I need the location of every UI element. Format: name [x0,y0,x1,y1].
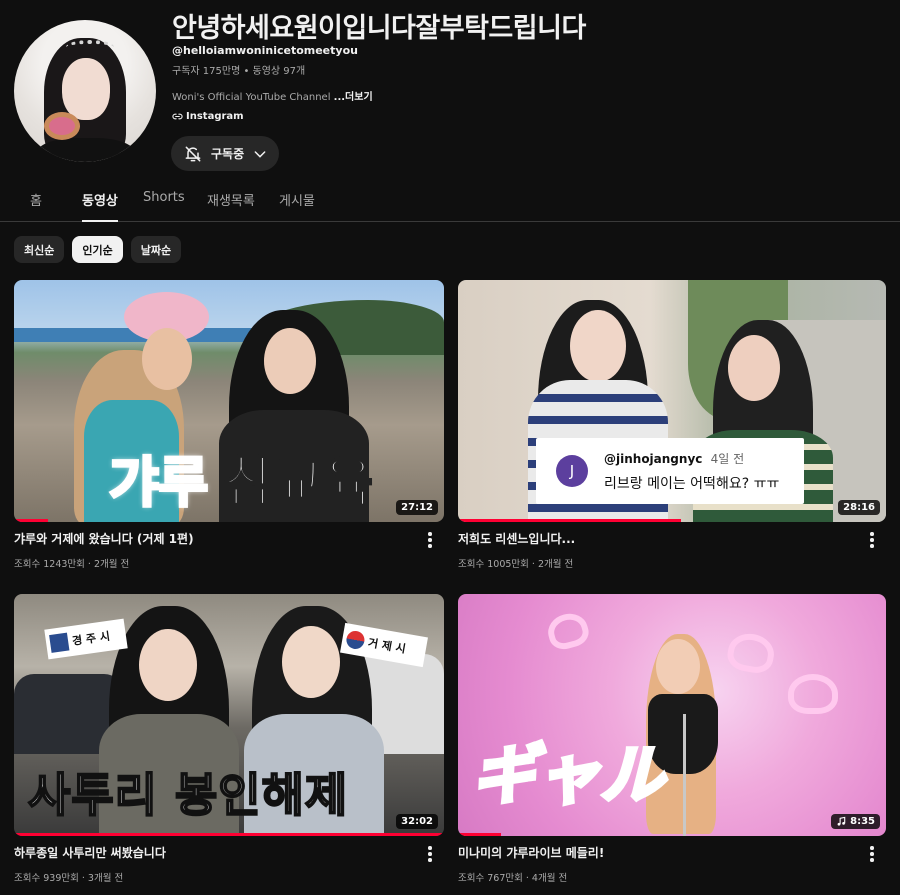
more-link[interactable]: ...더보기 [334,92,373,103]
thumbnail-overlay-text: 사투리 봉인해제 [27,767,349,823]
sort-chips: 최신순 인기순 날짜순 [14,236,182,263]
chip-popular[interactable]: 인기순 [72,236,123,263]
video-thumbnail[interactable]: J @jinhojangnyc 4일 전 리브랑 메이는 어떡해요? ㅠㅠ 28… [458,280,886,522]
video-meta: 조회수 1243만회 · 2개월 전 [14,559,130,570]
tab-shorts[interactable]: Shorts [143,190,185,222]
commenter-avatar-letter: J [569,462,575,480]
video-title[interactable]: 갸루와 거제에 왔습니다 (거제 1편) [14,530,404,547]
link-icon [172,113,183,120]
channel-meta: 구독자 175만명 • 동영상 97개 [172,66,306,77]
watch-progress [458,519,681,522]
duration-label: 28:16 [843,502,875,513]
video-thumbnail[interactable]: ギャル 8:35 [458,594,886,836]
commenter-avatar: J [556,455,588,487]
video-title[interactable]: 하루종일 사투리만 써봤습니다 [14,844,404,861]
duration-badge: 32:02 [396,814,438,829]
channel-tabs: 홈 동영상 Shorts 재생목록 게시물 [0,186,900,222]
comment-user: @jinhojangnyc [604,452,703,466]
city-sign-geoje-label: 거 제 시 [367,636,407,656]
thumbnail-overlay-text: ギャル [470,737,666,815]
music-note-icon [837,816,846,826]
duration-badge: 28:16 [838,500,880,515]
duration-badge: 27:12 [396,500,438,515]
video-meta: 조회수 939만회 · 3개월 전 [14,873,124,884]
duration-badge: 8:35 [831,814,880,829]
watch-progress [14,519,49,522]
chevron-down-icon [254,150,266,158]
chip-oldest[interactable]: 날짜순 [130,236,182,263]
city-sign-gyeongju: 경 주 시 [44,618,128,660]
video-thumbnail[interactable]: 경 주 시 거 제 시 사투리 봉인해제 32:02 [14,594,444,836]
video-thumbnail[interactable]: 갸루 참교육 27:12 [14,280,444,522]
comment-overlay: J @jinhojangnyc 4일 전 리브랑 메이는 어떡해요? ㅠㅠ [536,438,804,504]
tab-home[interactable]: 홈 [30,190,42,222]
channel-header: 안녕하세요원이입니다잘부탁드립니다 @helloiamwoninicetomee… [0,0,900,180]
tab-posts[interactable]: 게시물 [279,190,315,222]
comment-time: 4일 전 [710,452,745,466]
channel-title: 안녕하세요원이입니다잘부탁드립니다 [172,13,586,44]
video-card[interactable]: J @jinhojangnyc 4일 전 리브랑 메이는 어떡해요? ㅠㅠ 28… [458,280,886,570]
chip-latest[interactable]: 최신순 [14,236,65,263]
more-options-icon[interactable] [426,532,434,550]
video-title[interactable]: 저희도 리센느입니다... [458,530,848,547]
duration-label: 8:35 [850,816,875,827]
duration-label: 27:12 [401,502,433,513]
video-card[interactable]: 경 주 시 거 제 시 사투리 봉인해제 32:02 하루종일 사투리만 써봤습… [14,594,444,884]
video-title[interactable]: 미나미의 갸루라이브 메들리! [458,844,848,861]
channel-description[interactable]: Woni's Official YouTube Channel ...더보기 [172,88,373,103]
tab-videos[interactable]: 동영상 [82,190,118,222]
subscribed-label: 구독중 [211,147,245,161]
city-sign-gyeongju-label: 경 주 시 [71,629,111,648]
thumbnail-overlay-text-2: 참교육 [223,450,374,515]
channel-handle: @helloiamwoninicetomeetyou [172,44,358,57]
channel-avatar[interactable] [14,20,156,162]
video-card[interactable]: ギャル 8:35 미나미의 갸루라이브 메들리! 조회수 767만회 · 4개월… [458,594,886,884]
more-options-icon[interactable] [868,532,876,550]
video-meta: 조회수 1005만회 · 2개월 전 [458,559,574,570]
more-options-icon[interactable] [868,846,876,864]
instagram-link-label: Instagram [186,111,244,122]
description-text: Woni's Official YouTube Channel [172,92,334,103]
duration-label: 32:02 [401,816,433,827]
comment-text: 리브랑 메이는 어떡해요? ㅠㅠ [604,476,780,492]
video-meta: 조회수 767만회 · 4개월 전 [458,873,568,884]
watch-progress [458,833,501,836]
thumbnail-overlay-text-1: 갸루 [107,450,209,516]
bell-off-icon [185,146,201,161]
instagram-link[interactable]: Instagram [172,111,244,122]
tab-playlists[interactable]: 재생목록 [207,190,255,222]
watch-progress [14,833,444,836]
more-options-icon[interactable] [426,846,434,864]
subscribed-button[interactable]: 구독중 [171,136,279,171]
video-card[interactable]: 갸루 참교육 27:12 갸루와 거제에 왔습니다 (거제 1편) 조회수 12… [14,280,444,570]
